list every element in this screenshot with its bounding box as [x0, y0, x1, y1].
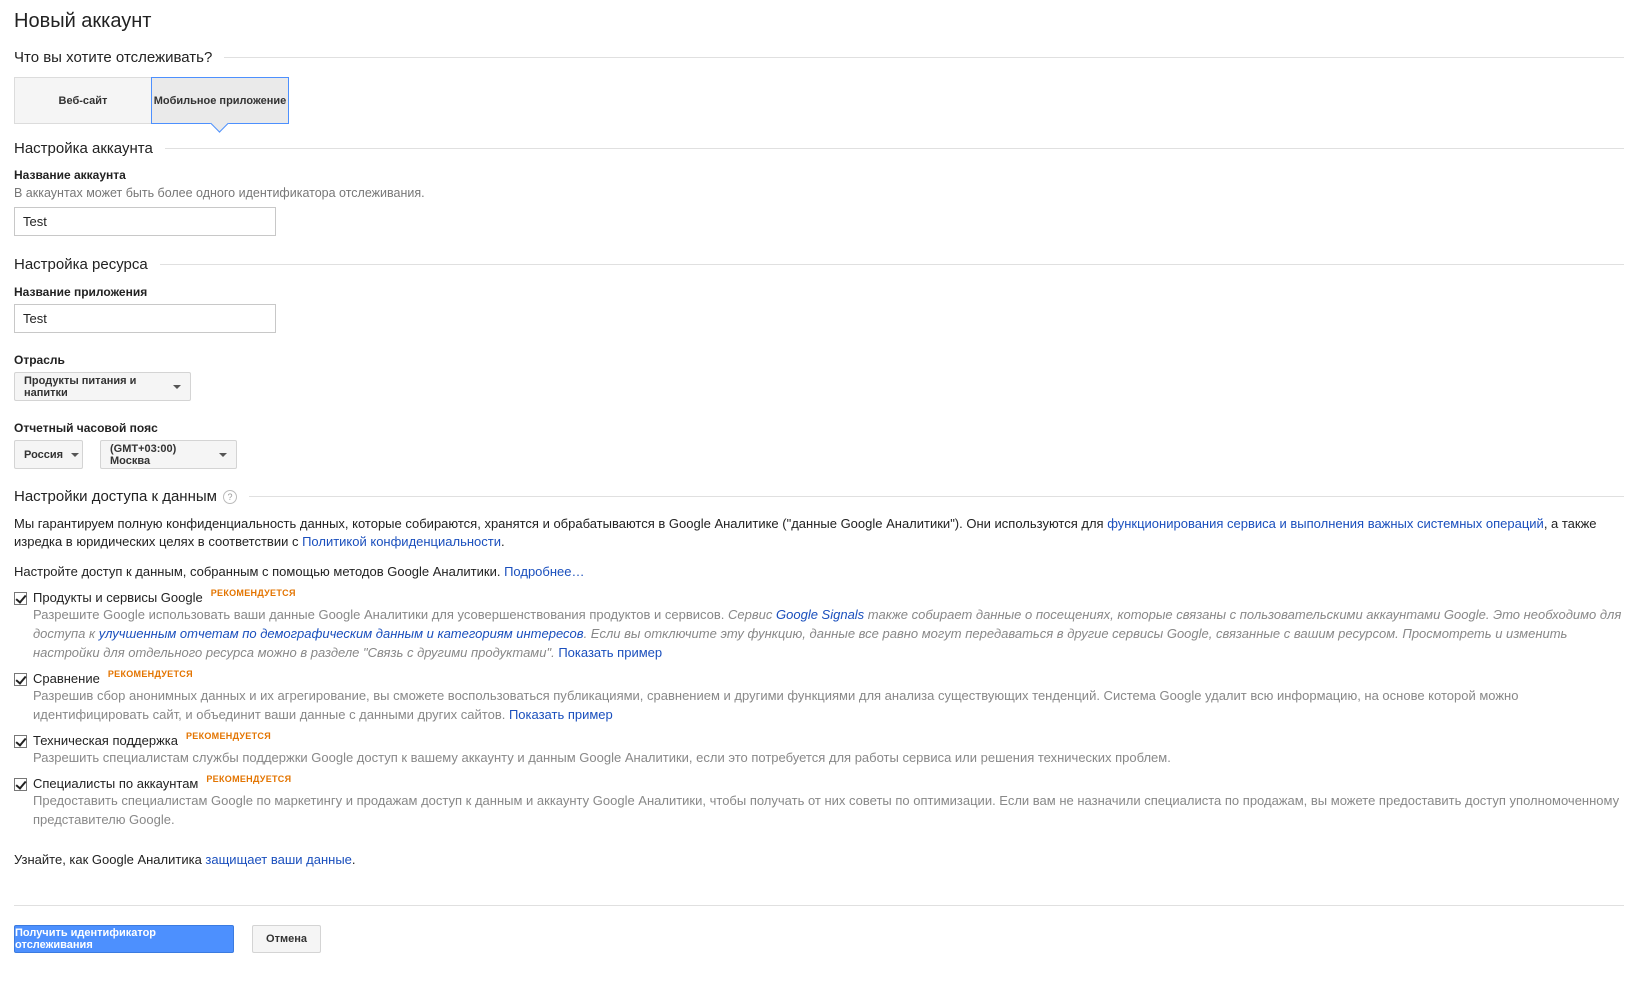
recommended-badge: РЕКОМЕНДУЕТСЯ: [185, 731, 271, 741]
app-name-input[interactable]: [14, 304, 276, 333]
sharing-section-header: Настройки доступа к данным?: [14, 488, 1624, 505]
sharing-config-label: Настройте доступ к данным, собранным с п…: [14, 564, 505, 579]
google-signals-link[interactable]: Google Signals: [776, 607, 864, 622]
demographics-link-text: улучшенным отчетам по демографическим да…: [98, 626, 584, 641]
help-icon[interactable]: ?: [222, 490, 237, 505]
privacy-policy-link[interactable]: Политикой конфиденциальности: [302, 534, 501, 549]
new-account-page: Новый аккаунт Что вы хотите отслеживать?…: [0, 0, 1638, 1007]
google-products-checkbox[interactable]: [14, 592, 27, 605]
technical-support-checkbox[interactable]: [14, 735, 27, 748]
privacy-intro-end: .: [500, 534, 505, 549]
option-desc-italic: Сервис: [728, 607, 777, 622]
google-signals-link-text: Google Signals: [776, 607, 865, 622]
divider: [14, 905, 1624, 906]
show-example-link[interactable]: Показать пример: [558, 645, 662, 660]
app-name-label: Название приложения: [14, 285, 148, 299]
option-account-specialists: Специалисты по аккаунтам РЕКОМЕНДУЕТСЯ П…: [14, 774, 1624, 829]
option-google-products: Продукты и сервисы Google РЕКОМЕНДУЕТСЯ …: [14, 588, 1624, 662]
privacy-intro-text: Мы гарантируем полную конфиденциальность…: [14, 516, 1108, 531]
page-title: Новый аккаунт: [14, 10, 152, 32]
account-heading: Настройка аккаунта: [14, 140, 153, 157]
timezone-label: Отчетный часовой пояс: [14, 421, 158, 435]
system-operations-link[interactable]: функционирования сервиса и выполнения ва…: [1107, 516, 1544, 531]
property-section-header: Настройка ресурса: [14, 256, 1624, 273]
demographics-reports-link[interactable]: улучшенным отчетам по демографическим да…: [99, 626, 584, 641]
mobile-app-option-button[interactable]: Мобильное приложение: [151, 77, 289, 124]
timezone-dropdown[interactable]: (GMT+03:00) Москва: [100, 440, 237, 469]
option-description: Разрешив сбор анонимных данных и их агре…: [33, 686, 1624, 724]
recommended-badge: РЕКОМЕНДУЕТСЯ: [210, 588, 296, 598]
account-specialists-checkbox[interactable]: [14, 778, 27, 791]
get-tracking-id-button[interactable]: Получить идентификатор отслеживания: [14, 925, 234, 953]
data-protection-link[interactable]: защищает ваши данные: [205, 852, 351, 867]
recommended-badge: РЕКОМЕНДУЕТСЯ: [206, 774, 292, 784]
option-description: Предоставить специалистам Google по марк…: [33, 793, 1620, 827]
caret-down-icon: [219, 452, 227, 457]
option-desc-text: Разрешив сбор анонимных данных и их агре…: [33, 688, 1519, 722]
industry-dropdown[interactable]: Продукты питания и напитки: [14, 372, 191, 401]
account-name-hint: В аккаунтах может быть более одного иден…: [14, 186, 425, 200]
sharing-heading: Настройки доступа к данным: [14, 488, 217, 505]
divider: [248, 496, 1624, 497]
industry-label: Отрасль: [14, 353, 65, 367]
data-protection-text: Узнайте, как Google Аналитика: [14, 852, 206, 867]
divider: [164, 148, 1624, 149]
website-option-button[interactable]: Веб-сайт: [14, 77, 152, 124]
account-name-input[interactable]: [14, 207, 276, 236]
cancel-button[interactable]: Отмена: [252, 925, 321, 953]
property-heading: Настройка ресурса: [14, 256, 148, 273]
option-benchmarking: Сравнение РЕКОМЕНДУЕТСЯ Разрешив сбор ан…: [14, 669, 1624, 724]
option-desc-text: Разрешите Google использовать ваши данны…: [33, 607, 729, 622]
divider: [224, 57, 1624, 58]
caret-down-icon: [71, 452, 80, 457]
learn-more-link[interactable]: Подробнее…: [504, 564, 584, 579]
benchmarking-checkbox[interactable]: [14, 673, 27, 686]
option-technical-support: Техническая поддержка РЕКОМЕНДУЕТСЯ Разр…: [14, 731, 1624, 767]
data-protection-end: .: [351, 852, 356, 867]
option-name: Продукты и сервисы Google: [33, 590, 203, 605]
track-section-header: Что вы хотите отслеживать?: [14, 49, 1624, 66]
sharing-heading-wrap: Настройки доступа к данным?: [14, 488, 249, 505]
recommended-badge: РЕКОМЕНДУЕТСЯ: [107, 669, 193, 679]
industry-value: Продукты питания и напитки: [24, 374, 137, 399]
option-name: Специалисты по аккаунтам: [33, 776, 199, 791]
track-heading: Что вы хотите отслеживать?: [14, 49, 213, 66]
timezone-value: (GMT+03:00) Москва: [110, 442, 177, 467]
divider: [159, 264, 1624, 265]
data-protection-note: Узнайте, как Google Аналитика защищает в…: [14, 851, 1624, 869]
option-name: Сравнение: [33, 671, 100, 686]
privacy-intro: Мы гарантируем полную конфиденциальность…: [14, 515, 1624, 551]
option-description: Разрешить специалистам службы поддержки …: [33, 750, 1171, 765]
country-value: Россия: [24, 448, 64, 461]
show-example-link[interactable]: Показать пример: [509, 707, 613, 722]
account-section-header: Настройка аккаунта: [14, 140, 1624, 157]
sharing-config-text: Настройте доступ к данным, собранным с п…: [14, 563, 1624, 581]
account-name-label: Название аккаунта: [14, 168, 126, 182]
track-type-selector: Веб-сайт Мобильное приложение: [14, 77, 289, 124]
option-description: Разрешите Google использовать ваши данны…: [33, 605, 1624, 662]
caret-down-icon: [173, 384, 181, 389]
country-dropdown[interactable]: Россия: [14, 440, 83, 469]
option-name: Техническая поддержка: [33, 733, 178, 748]
